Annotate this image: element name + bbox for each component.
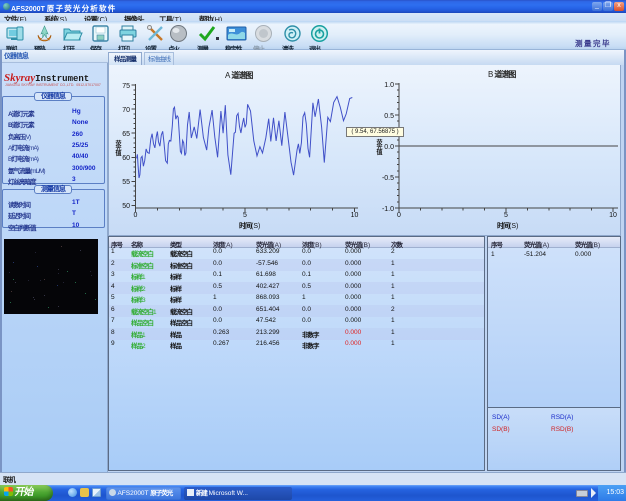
svg-text:0: 0 xyxy=(397,212,401,219)
svg-text:65: 65 xyxy=(122,131,130,138)
svg-text:10: 10 xyxy=(609,212,617,219)
svg-text:0.5: 0.5 xyxy=(384,113,394,120)
svg-text:60: 60 xyxy=(122,155,130,162)
svg-text:70: 70 xyxy=(122,107,130,114)
svg-text:1.0: 1.0 xyxy=(384,82,394,89)
svg-text:55: 55 xyxy=(122,179,130,186)
svg-text:5: 5 xyxy=(243,212,247,219)
svg-text:5: 5 xyxy=(504,212,508,219)
svg-text:-0.5: -0.5 xyxy=(382,175,394,182)
svg-text:50: 50 xyxy=(122,203,130,210)
svg-text:75: 75 xyxy=(122,83,130,90)
svg-text:-1.0: -1.0 xyxy=(382,206,394,213)
svg-text:0.0: 0.0 xyxy=(384,144,394,151)
svg-text:0: 0 xyxy=(134,212,138,219)
svg-text:10: 10 xyxy=(351,212,359,219)
